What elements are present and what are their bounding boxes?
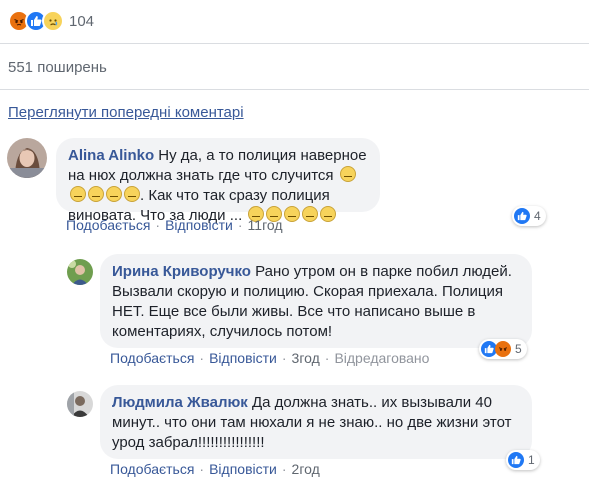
avatar[interactable] — [67, 259, 93, 285]
like-button[interactable]: Подобається — [110, 461, 194, 477]
like-button[interactable]: Подобається — [66, 217, 150, 233]
emoji-icon — [88, 186, 104, 202]
comment-actions: Подобається · Відповісти · 11год — [66, 217, 283, 233]
like-button[interactable]: Подобається — [110, 350, 194, 366]
avatar[interactable] — [7, 138, 47, 178]
emoji-icon — [339, 166, 356, 182]
comment-author[interactable]: Alina Alinko — [68, 147, 154, 164]
comment-reactions[interactable]: 5 — [479, 339, 527, 359]
reaction-count: 4 — [534, 209, 541, 223]
comment-reactions[interactable]: 1 — [506, 450, 540, 470]
timestamp[interactable]: 2год — [292, 461, 320, 477]
like-icon — [508, 452, 524, 468]
emoji-icon — [302, 206, 319, 222]
separator: · — [237, 217, 243, 233]
shares-count[interactable]: 551 поширень — [8, 59, 107, 76]
comment-actions: Подобається · Відповісти · 2год — [110, 461, 320, 477]
like-icon — [514, 208, 530, 224]
comment-reactions[interactable]: 4 — [512, 206, 546, 226]
reply-button[interactable]: Відповісти — [165, 217, 233, 233]
reply-button[interactable]: Відповісти — [209, 350, 277, 366]
divider — [0, 43, 589, 44]
separator: · — [324, 350, 330, 366]
separator: · — [281, 461, 287, 477]
emoji-icon — [106, 186, 122, 202]
separator: · — [281, 350, 287, 366]
divider — [0, 89, 589, 90]
emoji-icon — [124, 186, 140, 202]
sad-icon — [42, 10, 64, 32]
emoji-icon — [320, 206, 337, 222]
reaction-count: 5 — [515, 342, 522, 356]
separator: · — [199, 461, 205, 477]
separator: · — [155, 217, 161, 233]
separator: · — [199, 350, 205, 366]
angry-icon — [495, 341, 511, 357]
comment-author[interactable]: Ирина Криворучко — [112, 263, 251, 280]
comment-author[interactable]: Людмила Жвалюк — [112, 394, 248, 411]
reactions-summary[interactable]: 104 — [8, 10, 94, 32]
view-previous-comments-link[interactable]: Переглянути попередні коментарі — [8, 104, 244, 121]
comment-bubble: Alina Alinko Ну да, а то полиция наверно… — [56, 138, 380, 224]
comment-actions: Подобається · Відповісти · 3год · Відредагован… — [110, 350, 429, 366]
reply-button[interactable]: Відповісти — [209, 461, 277, 477]
emoji-icon — [284, 206, 301, 222]
reactions-count: 104 — [69, 12, 95, 30]
avatar[interactable] — [67, 391, 93, 417]
reaction-count: 1 — [528, 453, 535, 467]
emoji-icon — [70, 186, 86, 202]
comment-bubble: Людмила Жвалюк Да должна знать.. их вызы… — [100, 385, 532, 459]
timestamp[interactable]: 11год — [248, 217, 283, 233]
edited-label[interactable]: Відредаговано — [334, 350, 429, 366]
timestamp[interactable]: 3год — [292, 350, 320, 366]
comment-bubble: Ирина Криворучко Рано утром он в парке п… — [100, 254, 532, 348]
